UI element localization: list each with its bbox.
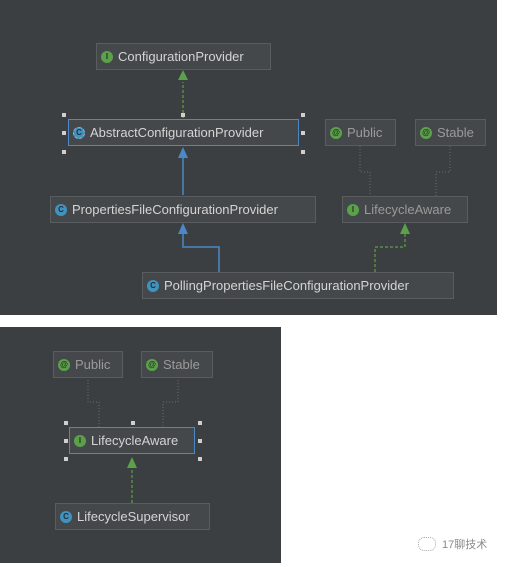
selection-handle[interactable] xyxy=(181,113,185,117)
node-label: Stable xyxy=(437,125,474,140)
class-icon: C xyxy=(55,203,67,216)
node-properties-file-configuration-provider[interactable]: C PropertiesFileConfigurationProvider xyxy=(50,196,316,223)
arrowhead-properties xyxy=(178,223,188,234)
selection-handle[interactable] xyxy=(301,131,305,135)
edge-polling-implements-lifecycle-aware xyxy=(374,234,406,272)
selection-handle[interactable] xyxy=(301,150,305,154)
node-lifecycle-supervisor[interactable]: C LifecycleSupervisor xyxy=(55,503,210,530)
selection-handle[interactable] xyxy=(198,457,202,461)
edge-lifecycle-aware-annotated-stable xyxy=(162,377,179,427)
selection-handle[interactable] xyxy=(198,439,202,443)
node-label: ConfigurationProvider xyxy=(118,49,244,64)
node-stable[interactable]: @ Stable xyxy=(141,351,213,378)
selection-handle[interactable] xyxy=(62,150,66,154)
selection-handle[interactable] xyxy=(198,421,202,425)
arrowhead-lifecycle-aware xyxy=(400,223,410,234)
node-label: Public xyxy=(347,125,383,140)
interface-icon: I xyxy=(74,434,86,447)
annotation-icon: @ xyxy=(146,358,158,371)
class-icon: C xyxy=(147,279,159,292)
selection-handle[interactable] xyxy=(64,457,68,461)
node-public[interactable]: @ Public xyxy=(325,119,396,146)
edge-lifecycle-aware-annotated-stable xyxy=(435,146,451,196)
node-label: LifecycleSupervisor xyxy=(77,509,190,524)
node-polling-properties-file-configuration-provider[interactable]: C PollingPropertiesFileConfigurationProv… xyxy=(142,272,454,299)
annotation-icon: @ xyxy=(330,126,342,139)
arrowhead-lifecycle-aware xyxy=(127,457,137,468)
node-label: Public xyxy=(75,357,111,372)
node-label: PollingPropertiesFileConfigurationProvid… xyxy=(164,278,409,293)
node-label: PropertiesFileConfigurationProvider xyxy=(72,202,278,217)
class-icon: C xyxy=(60,510,72,523)
node-lifecycle-aware[interactable]: I LifecycleAware xyxy=(342,196,468,223)
diagram-panel-1: I ConfigurationProvider C AbstractConfig… xyxy=(0,0,497,315)
diagram-panel-2: @ Public @ Stable I LifecycleAware C Lif… xyxy=(0,327,281,563)
interface-icon: I xyxy=(347,203,359,216)
node-label: LifecycleAware xyxy=(364,202,452,217)
watermark: 17聊技术 xyxy=(418,536,487,552)
annotation-icon: @ xyxy=(58,358,70,371)
selection-handle[interactable] xyxy=(62,131,66,135)
interface-icon: I xyxy=(101,50,113,63)
node-label: Stable xyxy=(163,357,200,372)
edge-polling-extends-properties xyxy=(182,234,220,272)
node-stable[interactable]: @ Stable xyxy=(415,119,486,146)
selection-handle[interactable] xyxy=(62,113,66,117)
edge-lifecycle-aware-annotated-public xyxy=(87,377,100,427)
selection-handle[interactable] xyxy=(64,439,68,443)
node-public[interactable]: @ Public xyxy=(53,351,123,378)
node-abstract-configuration-provider[interactable]: C AbstractConfigurationProvider xyxy=(68,119,299,146)
selection-handle[interactable] xyxy=(301,113,305,117)
abstract-class-icon: C xyxy=(73,126,85,139)
watermark-text: 17聊技术 xyxy=(442,539,488,551)
edge-lifecycle-aware-annotated-public xyxy=(359,146,371,196)
annotation-icon: @ xyxy=(420,126,432,139)
node-label: AbstractConfigurationProvider xyxy=(90,125,264,140)
selection-handle[interactable] xyxy=(64,421,68,425)
node-configuration-provider[interactable]: I ConfigurationProvider xyxy=(96,43,271,70)
arrowhead-configuration-provider xyxy=(178,70,188,80)
wechat-icon xyxy=(418,537,436,551)
node-label: LifecycleAware xyxy=(91,433,179,448)
node-lifecycle-aware[interactable]: I LifecycleAware xyxy=(69,427,195,454)
selection-handle[interactable] xyxy=(131,421,135,425)
arrowhead-abstract xyxy=(178,147,188,158)
